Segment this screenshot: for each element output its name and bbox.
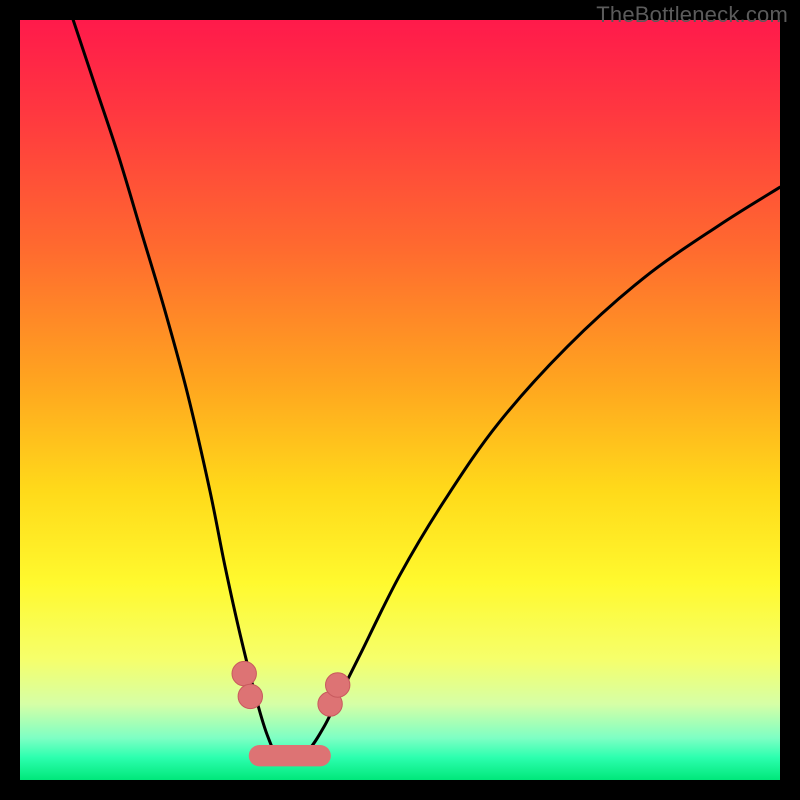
curve-marker [238,684,262,708]
bottleneck-curve [73,20,780,759]
watermark-text: TheBottleneck.com [596,2,788,28]
chart-frame: TheBottleneck.com [0,0,800,800]
chart-svg [20,20,780,780]
curve-marker [326,673,350,697]
plot-area [20,20,780,780]
curve-marker [232,661,256,685]
curve-markers [232,661,350,716]
